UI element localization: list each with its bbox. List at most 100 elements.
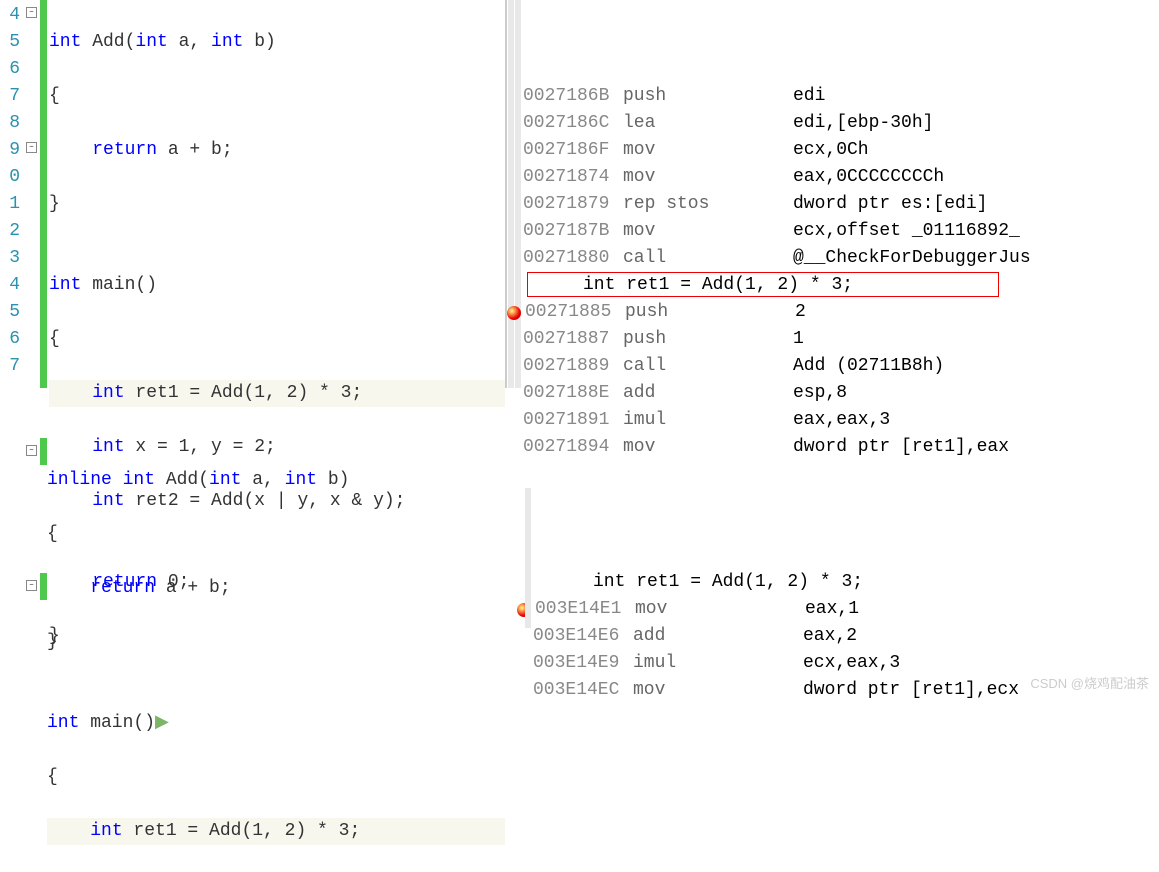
fold-toggle-icon[interactable]: - bbox=[26, 445, 37, 456]
fold-toggle-icon[interactable]: - bbox=[26, 142, 37, 153]
code-line-current[interactable]: int ret1 = Add(1, 2) * 3; bbox=[49, 380, 505, 407]
fold-toggle-icon[interactable]: - bbox=[26, 7, 37, 18]
return-arrow-icon: ▶ bbox=[155, 713, 169, 733]
asm-opcode: call bbox=[623, 245, 793, 272]
code-line[interactable]: } bbox=[47, 629, 505, 656]
line-number: 0 bbox=[0, 164, 20, 191]
asm-operands: @__CheckForDebuggerJus bbox=[793, 245, 1031, 272]
asm-operands: esp,8 bbox=[793, 380, 847, 407]
asm-line[interactable]: 0027187Bmovecx,offset _01116892_ bbox=[523, 218, 1159, 245]
asm-opcode: push bbox=[623, 83, 793, 110]
asm-opcode: mov bbox=[623, 164, 793, 191]
asm-source-line: int ret1 = Add(1, 2) * 3; bbox=[533, 569, 863, 596]
asm-line[interactable]: 00271891imuleax,eax,3 bbox=[523, 407, 1159, 434]
line-number: 6 bbox=[0, 326, 20, 353]
asm-operands: dword ptr [ret1],ecx bbox=[803, 677, 1019, 704]
asm-opcode: imul bbox=[633, 650, 803, 677]
line-number: 7 bbox=[0, 83, 20, 110]
asm-address: 00271880 bbox=[523, 245, 623, 272]
asm-line[interactable]: int ret1 = Add(1, 2) * 3; bbox=[533, 569, 1159, 596]
asm-address: 00271889 bbox=[523, 353, 623, 380]
asm-line[interactable]: 00271885push2 bbox=[523, 299, 1159, 326]
change-marker bbox=[40, 0, 47, 388]
asm-line[interactable]: int ret1 = Add(1, 2) * 3; bbox=[523, 272, 1159, 299]
asm-opcode: call bbox=[623, 353, 793, 380]
top-pane: 4 5 6 7 8 9 0 1 2 3 4 5 6 7 - - int Add(… bbox=[0, 0, 1159, 388]
asm-line[interactable]: 0027186Bpushedi bbox=[523, 83, 1159, 110]
code-line[interactable]: int main()▶ bbox=[47, 710, 505, 737]
asm-operands: edi bbox=[793, 83, 825, 110]
asm-address: 00271887 bbox=[523, 326, 623, 353]
asm-line[interactable]: 00271880call@__CheckForDebuggerJus bbox=[523, 245, 1159, 272]
code-line[interactable]: { bbox=[47, 521, 505, 548]
spacer bbox=[505, 438, 517, 698]
asm-address: 00271885 bbox=[525, 299, 625, 326]
asm-address: 0027186B bbox=[523, 83, 623, 110]
asm-operands: ecx,eax,3 bbox=[803, 650, 900, 677]
code-line[interactable]: int main() bbox=[49, 272, 505, 299]
asm-line[interactable]: 00271874moveax,0CCCCCCCCh bbox=[523, 164, 1159, 191]
code-line[interactable]: { bbox=[47, 764, 505, 791]
line-number: 6 bbox=[0, 56, 20, 83]
code-line[interactable]: } bbox=[49, 191, 505, 218]
fold-gutter[interactable]: - - bbox=[20, 438, 40, 698]
asm-opcode: add bbox=[633, 623, 803, 650]
asm-address: 00271874 bbox=[523, 164, 623, 191]
asm-operands: ecx,offset _01116892_ bbox=[793, 218, 1020, 245]
asm-line[interactable]: 00271887push1 bbox=[523, 326, 1159, 353]
code-body[interactable]: int Add(int a, int b) { return a + b; } … bbox=[49, 0, 505, 388]
line-number: 7 bbox=[0, 353, 20, 380]
source-top[interactable]: 4 5 6 7 8 9 0 1 2 3 4 5 6 7 - - int Add(… bbox=[0, 0, 505, 388]
asm-address: 003E14EC bbox=[533, 677, 633, 704]
asm-operands: eax,2 bbox=[803, 623, 857, 650]
code-line[interactable]: inline int Add(int a, int b) bbox=[47, 467, 505, 494]
empty-gutter bbox=[0, 438, 20, 698]
code-line[interactable]: return a + b; bbox=[49, 137, 505, 164]
asm-address: 0027186C bbox=[523, 110, 623, 137]
code-line[interactable]: return a + b; bbox=[47, 575, 505, 602]
line-number: 9 bbox=[0, 137, 20, 164]
code-line[interactable]: int Add(int a, int b) bbox=[49, 29, 505, 56]
fold-toggle-icon[interactable]: - bbox=[26, 580, 37, 591]
asm-operands: eax,0CCCCCCCCh bbox=[793, 164, 944, 191]
breakpoint-icon[interactable] bbox=[507, 306, 521, 320]
asm-address: 00271879 bbox=[523, 191, 623, 218]
asm-line[interactable]: 00271879rep stosdword ptr es:[edi] bbox=[523, 191, 1159, 218]
asm-address: 003E14E6 bbox=[533, 623, 633, 650]
line-number: 8 bbox=[0, 110, 20, 137]
disassembly-bottom[interactable]: int ret1 = Add(1, 2) * 3;003E14E1moveax,… bbox=[517, 438, 1159, 698]
asm-gutter bbox=[515, 0, 521, 388]
code-line[interactable]: { bbox=[49, 83, 505, 110]
asm-line[interactable]: 0027188Eaddesp,8 bbox=[523, 380, 1159, 407]
asm-operands: eax,eax,3 bbox=[793, 407, 890, 434]
code-body[interactable]: inline int Add(int a, int b) { return a … bbox=[47, 438, 505, 698]
asm-address: 0027187B bbox=[523, 218, 623, 245]
disassembly-top[interactable]: 0027186Bpushedi0027186Cleaedi,[ebp-30h]0… bbox=[507, 0, 1159, 388]
fold-gutter[interactable]: - - bbox=[20, 0, 40, 388]
line-number-gutter: 4 5 6 7 8 9 0 1 2 3 4 5 6 7 bbox=[0, 0, 20, 388]
asm-line[interactable]: 00271889callAdd (02711B8h) bbox=[523, 353, 1159, 380]
asm-opcode: mov bbox=[623, 218, 793, 245]
asm-line[interactable]: 0027186Fmovecx,0Ch bbox=[523, 137, 1159, 164]
change-marker bbox=[40, 438, 47, 698]
line-number: 5 bbox=[0, 299, 20, 326]
bottom-pane: - - inline int Add(int a, int b) { retur… bbox=[0, 438, 1159, 698]
source-bottom[interactable]: - - inline int Add(int a, int b) { retur… bbox=[0, 438, 505, 698]
asm-address: 0027188E bbox=[523, 380, 623, 407]
asm-address: 003E14E9 bbox=[533, 650, 633, 677]
asm-line[interactable]: 0027186Cleaedi,[ebp-30h] bbox=[523, 110, 1159, 137]
asm-operands: 2 bbox=[795, 299, 806, 326]
code-line[interactable]: { bbox=[49, 326, 505, 353]
code-line-current[interactable]: int ret1 = Add(1, 2) * 3; bbox=[47, 818, 505, 845]
asm-address: 0027186F bbox=[523, 137, 623, 164]
asm-opcode: imul bbox=[623, 407, 793, 434]
asm-operands: eax,1 bbox=[805, 596, 859, 623]
asm-line[interactable]: 003E14E1moveax,1 bbox=[533, 596, 1159, 623]
line-number: 3 bbox=[0, 245, 20, 272]
asm-line[interactable]: 003E14E6addeax,2 bbox=[533, 623, 1159, 650]
line-number: 2 bbox=[0, 218, 20, 245]
asm-operands: dword ptr es:[edi] bbox=[793, 191, 987, 218]
asm-opcode: push bbox=[623, 326, 793, 353]
line-number: 4 bbox=[0, 272, 20, 299]
asm-opcode: lea bbox=[623, 110, 793, 137]
